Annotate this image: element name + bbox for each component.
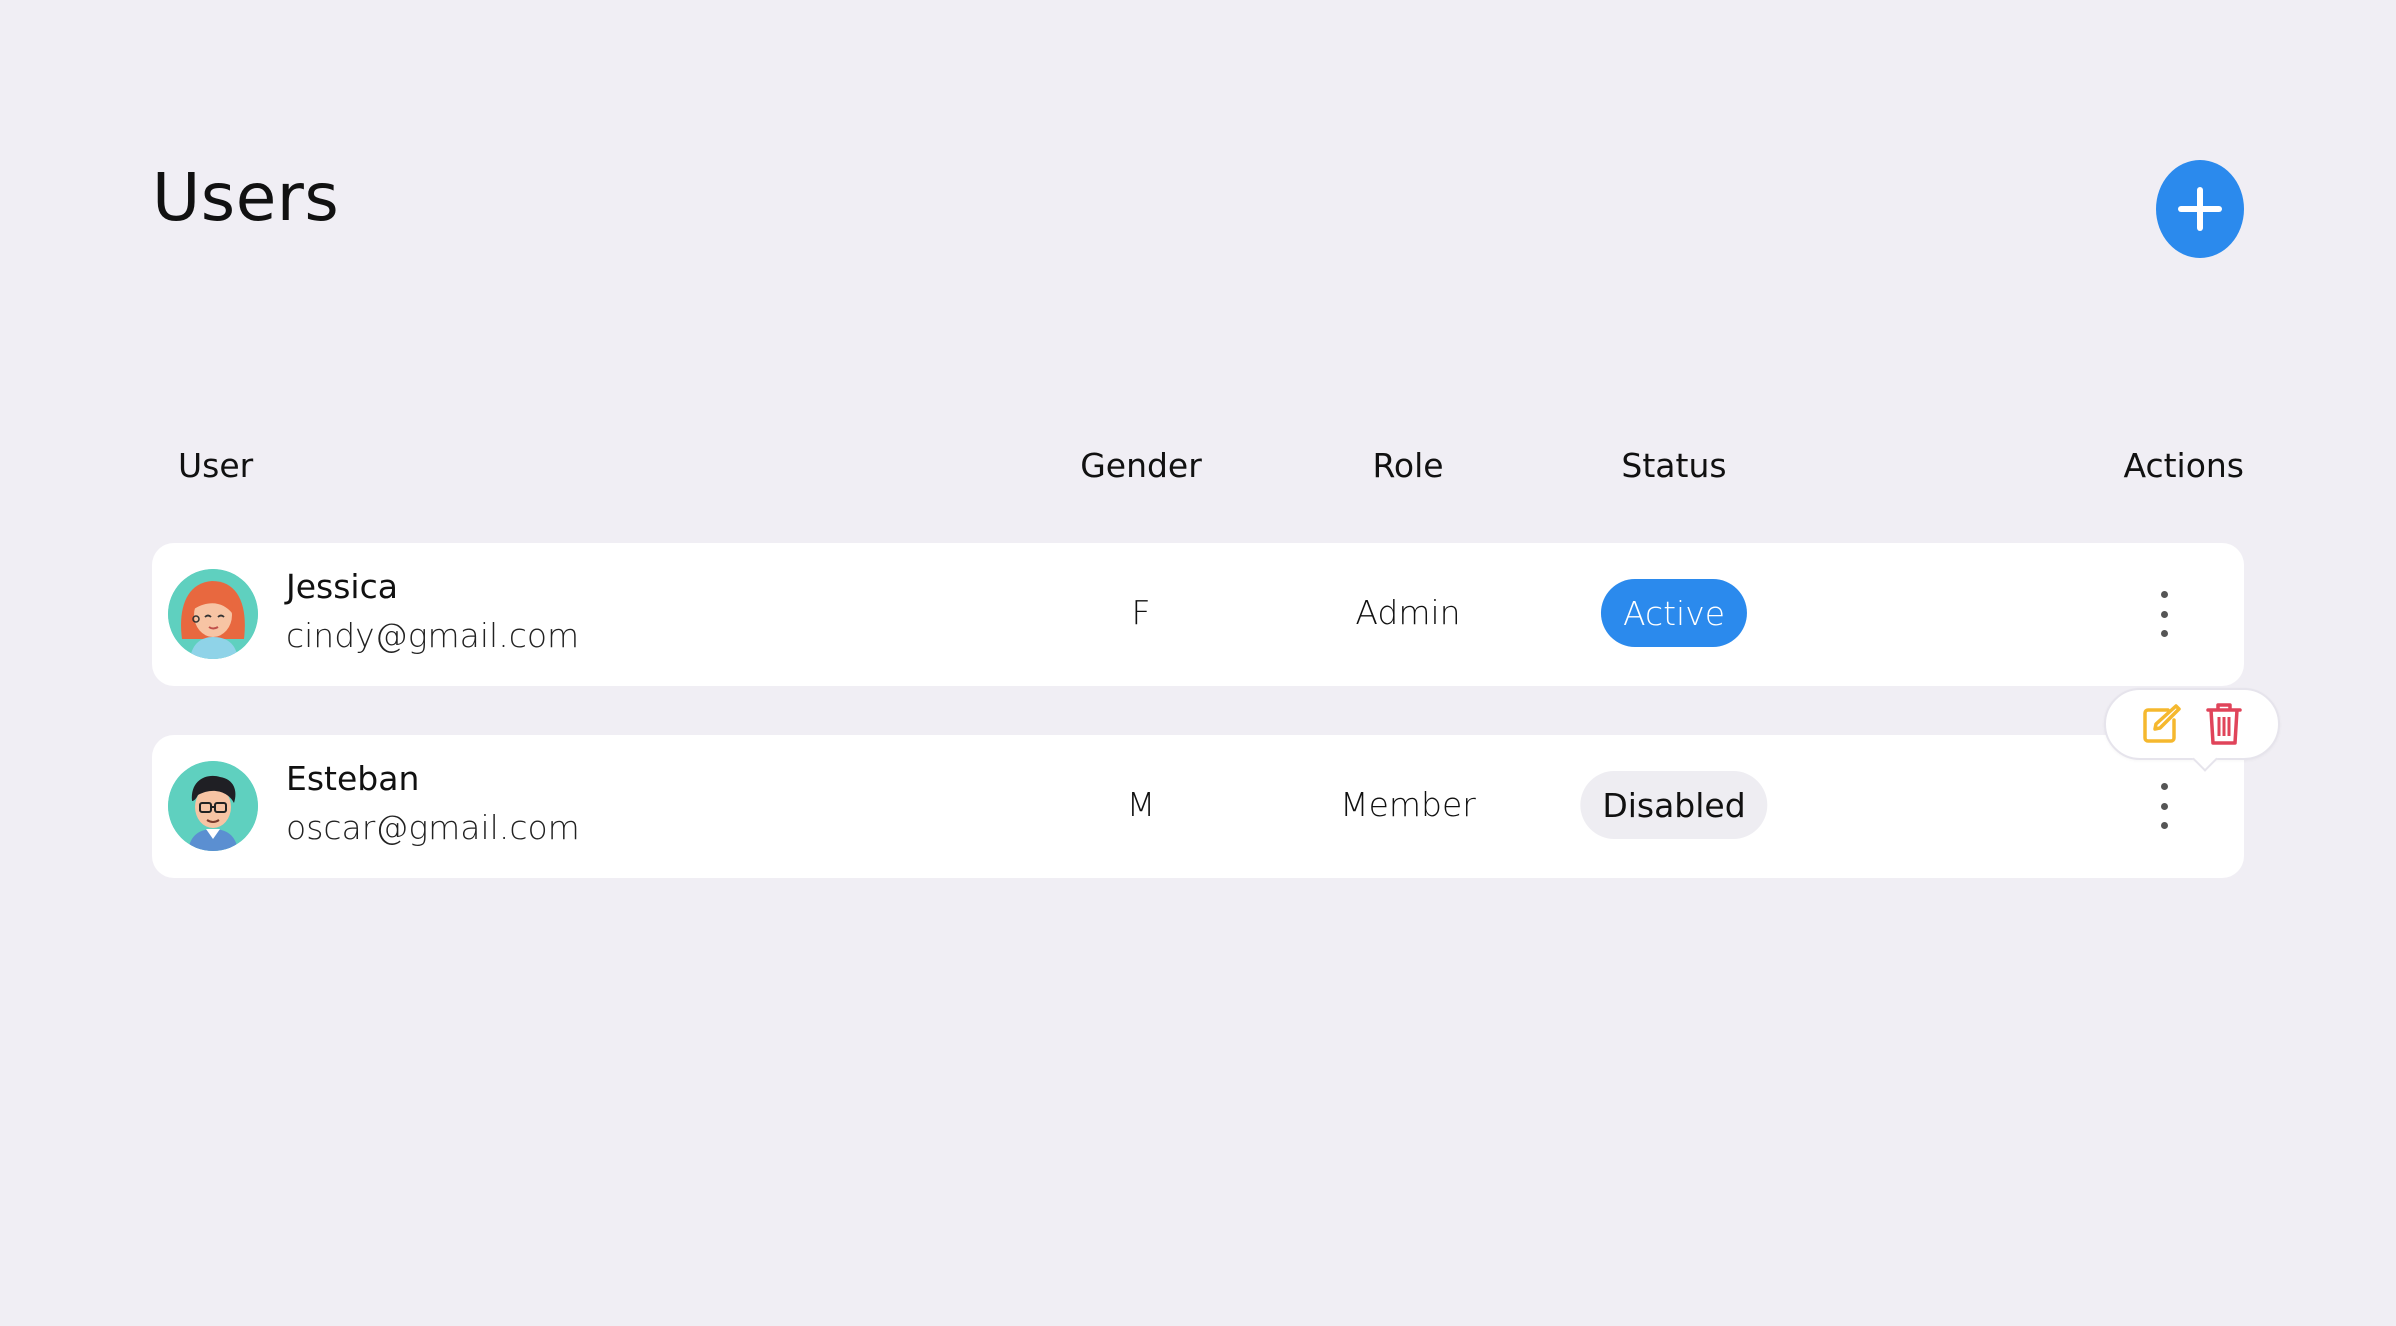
- column-header-user: User: [178, 446, 254, 485]
- kebab-dot: [2160, 630, 2168, 637]
- gender-cell: M: [1126, 785, 1156, 824]
- column-header-role: Role: [1372, 446, 1444, 485]
- male-avatar-icon: [168, 761, 258, 851]
- edit-icon: [2143, 704, 2181, 743]
- plus-icon: [2178, 187, 2222, 231]
- female-avatar-icon: [168, 569, 258, 659]
- user-email: oscar@gmail.com: [286, 808, 580, 847]
- status-badge: Active: [1600, 579, 1748, 647]
- trash-icon: [2206, 703, 2242, 745]
- column-header-actions: Actions: [2123, 446, 2244, 485]
- column-header-status: Status: [1621, 446, 1727, 485]
- role-cell: Member: [1340, 785, 1476, 824]
- table-row: Jessica cindy@gmail.com F Admin Active: [152, 543, 2244, 686]
- row-actions-popover: [2104, 688, 2280, 760]
- user-email: cindy@gmail.com: [286, 616, 580, 655]
- delete-button[interactable]: [2201, 701, 2247, 747]
- avatar: [168, 761, 258, 851]
- edit-button[interactable]: [2137, 701, 2183, 747]
- kebab-dot: [2160, 591, 2168, 598]
- column-header-gender: Gender: [1080, 446, 1202, 485]
- status-badge: Disabled: [1580, 771, 1768, 839]
- row-actions-menu-button[interactable]: [2150, 777, 2178, 835]
- table-row: Esteban oscar@gmail.com M Member Disable…: [152, 735, 2244, 878]
- kebab-dot: [2160, 802, 2168, 810]
- page-title: Users: [152, 159, 340, 236]
- kebab-dot: [2160, 822, 2168, 829]
- gender-cell: F: [1131, 593, 1151, 632]
- kebab-dot: [2160, 783, 2168, 790]
- row-actions-menu-button[interactable]: [2150, 585, 2178, 643]
- kebab-dot: [2160, 610, 2168, 618]
- role-cell: Admin: [1355, 593, 1461, 632]
- user-name: Esteban: [286, 759, 420, 798]
- avatar: [168, 569, 258, 659]
- user-name: Jessica: [286, 567, 398, 606]
- add-user-button[interactable]: [2156, 160, 2244, 258]
